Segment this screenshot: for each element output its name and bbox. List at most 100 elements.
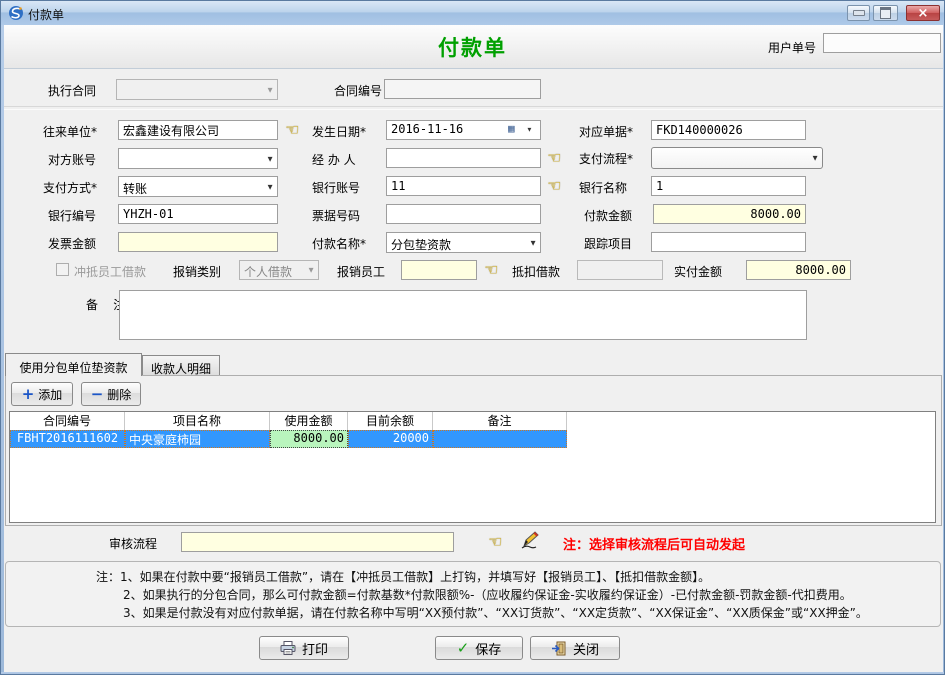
- ref-doc-label: 对应单据*: [579, 123, 633, 140]
- note-line-1: 注：1、如果在付款中要“报销员工借款”，请在【冲抵员工借款】上打钩，并填写好【报…: [96, 568, 710, 585]
- cell-amount[interactable]: 8000.00: [270, 430, 348, 448]
- signature-pen-icon[interactable]: [520, 530, 540, 550]
- page-title: 付款单: [438, 32, 507, 62]
- pay-amount-input[interactable]: [653, 204, 806, 224]
- bank-name-input[interactable]: [651, 176, 806, 196]
- tab-subcontract-advance[interactable]: 使用分包单位垫资款: [5, 353, 142, 376]
- add-row-button[interactable]: + 添加: [11, 382, 73, 406]
- actual-amount-label: 实付金额: [674, 263, 722, 280]
- remark-textarea[interactable]: [119, 290, 807, 340]
- audit-flow-lookup-hand-icon[interactable]: ☜: [488, 534, 502, 550]
- table-header-project[interactable]: 项目名称: [125, 412, 270, 430]
- audit-flow-input[interactable]: [181, 532, 454, 552]
- track-project-input[interactable]: [651, 232, 806, 252]
- pay-method-value: 转账: [123, 182, 147, 196]
- table-header-balance[interactable]: 目前余额: [348, 412, 433, 430]
- bank-account-input[interactable]: [386, 176, 541, 196]
- user-no-input[interactable]: [823, 33, 941, 53]
- cell-contract-no[interactable]: FBHT2016111602: [10, 430, 125, 448]
- audit-flow-label: 审核流程: [109, 535, 157, 552]
- pay-method-label: 支付方式*: [43, 179, 97, 196]
- offset-employee-loan-label: 冲抵员工借款: [74, 263, 146, 280]
- pay-name-label: 付款名称*: [312, 235, 366, 252]
- note-line-2: 2、如果执行的分包合同，那么可付款金额=付款基数*付款限额%-（应收履约保证金-…: [123, 586, 852, 603]
- calendar-icon[interactable]: ▦: [508, 122, 515, 135]
- door-exit-icon: [551, 641, 567, 656]
- actual-amount-input[interactable]: [746, 260, 851, 280]
- maximize-icon: [880, 7, 891, 19]
- counterparty-input[interactable]: [118, 120, 278, 140]
- bank-code-label: 银行编号: [48, 207, 96, 224]
- reimburse-type-combobox: 个人借款 ▼: [239, 260, 319, 280]
- chevron-down-icon[interactable]: ▼: [812, 154, 817, 161]
- deduct-loan-input: [577, 260, 663, 280]
- check-icon: ✓: [457, 641, 470, 656]
- table-header-contract-no[interactable]: 合同编号: [10, 412, 125, 430]
- contract-no-input: [384, 79, 541, 99]
- bank-account-label: 银行账号: [312, 179, 360, 196]
- reimburse-type-label: 报销类别: [173, 263, 221, 280]
- date-dropdown-arrow-icon[interactable]: ▼: [527, 126, 531, 133]
- chevron-down-icon[interactable]: ▼: [530, 239, 535, 246]
- tab-payee-detail[interactable]: 收款人明细: [142, 355, 220, 376]
- save-button[interactable]: ✓ 保存: [435, 636, 523, 660]
- pay-method-combobox[interactable]: 转账 ▼: [118, 176, 278, 197]
- add-label: 添加: [38, 386, 62, 403]
- window-frame-left: [1, 25, 4, 675]
- close-button[interactable]: 关闭: [530, 636, 620, 660]
- pay-amount-label: 付款金额: [584, 207, 632, 224]
- minimize-button[interactable]: [847, 5, 870, 21]
- print-label: 打印: [302, 639, 328, 658]
- maximize-button[interactable]: [873, 5, 898, 21]
- chevron-down-icon[interactable]: ▼: [267, 183, 272, 190]
- counterparty-lookup-hand-icon[interactable]: ☜: [285, 122, 299, 138]
- chevron-down-icon[interactable]: ▼: [267, 155, 272, 162]
- ref-doc-input[interactable]: [651, 120, 806, 140]
- minimize-icon: [853, 10, 865, 16]
- user-no-label: 用户单号: [768, 39, 816, 56]
- table-header-amount[interactable]: 使用金额: [270, 412, 348, 430]
- occur-date-value: 2016-11-16: [391, 122, 463, 136]
- save-label: 保存: [475, 639, 501, 658]
- handler-label: 经 办 人: [312, 151, 356, 168]
- tab-label: 使用分包单位垫资款: [19, 361, 127, 375]
- cell-balance[interactable]: 20000: [348, 430, 433, 448]
- chevron-down-icon: ▼: [308, 266, 313, 273]
- delete-label: 删除: [107, 386, 131, 403]
- invoice-amount-input[interactable]: [118, 232, 278, 252]
- exec-contract-combobox: ▼: [116, 79, 278, 100]
- app-icon: [8, 5, 24, 21]
- handler-lookup-hand-icon[interactable]: ☜: [547, 150, 561, 166]
- opponent-account-label: 对方账号: [48, 151, 96, 168]
- occur-date-input[interactable]: 2016-11-16 ▦ ▼: [386, 120, 541, 140]
- reimburse-employee-input[interactable]: [401, 260, 477, 280]
- invoice-amount-label: 发票金额: [48, 235, 96, 252]
- opponent-account-combobox[interactable]: ▼: [118, 148, 278, 169]
- close-icon: ×: [918, 7, 929, 20]
- bank-code-input[interactable]: [118, 204, 278, 224]
- print-button[interactable]: 打印: [259, 636, 349, 660]
- cell-project[interactable]: 中央豪庭柿园: [125, 430, 270, 448]
- contract-no-label: 合同编号: [334, 82, 382, 99]
- handler-input[interactable]: [386, 148, 541, 168]
- exec-contract-label: 执行合同: [48, 82, 96, 99]
- pay-flow-label: 支付流程*: [579, 150, 633, 167]
- delete-row-button[interactable]: − 删除: [81, 382, 141, 406]
- bill-no-input[interactable]: [386, 204, 541, 224]
- cell-remark[interactable]: [433, 430, 567, 448]
- pay-flow-combobox[interactable]: ▼: [651, 147, 823, 169]
- table-header-remark[interactable]: 备注: [433, 412, 567, 430]
- reimburse-type-value: 个人借款: [244, 265, 292, 279]
- note-line-3: 3、如果是付款没有对应付款单据，请在付款名称中写明“XX预付款”、“XX订货款”…: [123, 604, 868, 621]
- plus-icon: +: [22, 387, 35, 402]
- bank-account-lookup-hand-icon[interactable]: ☜: [547, 178, 561, 194]
- audit-flow-note: 注：选择审核流程后可自动发起: [563, 534, 745, 553]
- bank-name-label: 银行名称: [579, 179, 627, 196]
- minus-icon: −: [91, 387, 104, 402]
- reimburse-employee-lookup-hand-icon[interactable]: ☜: [484, 262, 498, 278]
- deduct-loan-label: 抵扣借款: [512, 263, 560, 280]
- bill-no-label: 票据号码: [312, 207, 360, 224]
- title-bar: 付款单 ×: [1, 1, 945, 26]
- close-window-button[interactable]: ×: [906, 5, 940, 21]
- pay-name-combobox[interactable]: 分包垫资款 ▼: [386, 232, 541, 253]
